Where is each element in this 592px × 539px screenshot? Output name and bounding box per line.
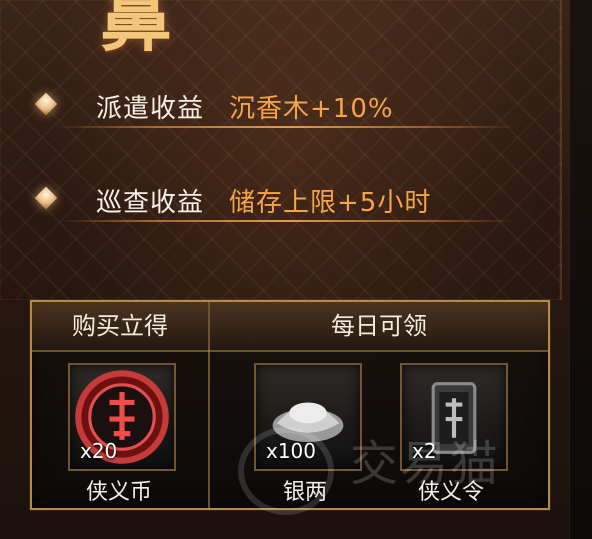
column-divider bbox=[208, 302, 210, 508]
watermark: 交易猫 bbox=[238, 419, 568, 515]
benefit-label: 巡查收益 bbox=[96, 188, 205, 218]
reward-item-xiayi-coin[interactable]: x20 bbox=[68, 363, 176, 471]
daily-claim-header: 每日可领 bbox=[210, 302, 548, 350]
cat-logo-icon bbox=[238, 427, 334, 515]
decorative-pattern bbox=[0, 0, 562, 300]
benefit-underline bbox=[58, 126, 518, 128]
instant-purchase-header: 购买立得 bbox=[32, 302, 208, 350]
benefit-label: 派遣收益 bbox=[96, 94, 205, 124]
benefit-row-patrol: 巡查收益 储存上限+5小时 bbox=[34, 182, 518, 226]
diamond-bullet-icon bbox=[34, 92, 58, 116]
title-glyph: 鼻 bbox=[100, 0, 173, 61]
benefit-value: 沉香木+10% bbox=[229, 94, 394, 124]
benefit-value: 储存上限+5小时 bbox=[229, 188, 432, 218]
benefit-row-dispatch: 派遣收益 沉香木+10% bbox=[34, 88, 518, 132]
item-name: 侠义币 bbox=[85, 480, 152, 505]
right-edge-panel bbox=[569, 0, 592, 539]
header-divider bbox=[32, 350, 548, 352]
benefit-underline bbox=[58, 220, 518, 222]
item-quantity: x20 bbox=[80, 439, 118, 463]
watermark-text: 交易猫 bbox=[350, 436, 501, 492]
diamond-bullet-icon bbox=[34, 186, 58, 210]
